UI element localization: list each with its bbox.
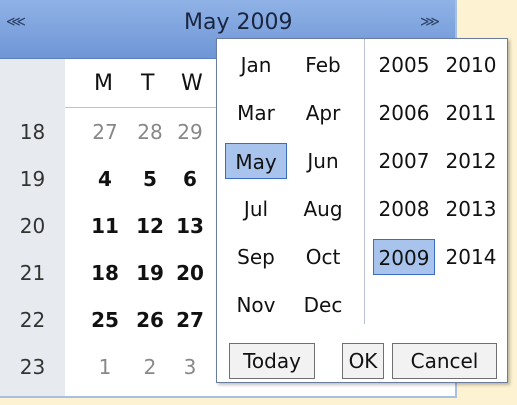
- calendar-day[interactable]: 4: [85, 167, 125, 191]
- month-may[interactable]: May: [225, 143, 287, 179]
- dow-wednesday: W: [181, 71, 203, 96]
- month-year-picker: Jan Feb Mar Apr May Jun Jul Aug Sep Oct Nov Dec 200…: [216, 38, 508, 383]
- dow-monday: M: [94, 71, 113, 96]
- calendar-day[interactable]: 1: [85, 355, 125, 379]
- year-2005[interactable]: 2005: [373, 47, 435, 83]
- year-2007[interactable]: 2007: [373, 143, 435, 179]
- calendar-day[interactable]: 25: [85, 308, 125, 332]
- calendar-day[interactable]: 27: [170, 308, 210, 332]
- month-apr[interactable]: Apr: [292, 95, 354, 131]
- year-2009[interactable]: 2009: [373, 239, 435, 275]
- month-feb[interactable]: Feb: [292, 47, 354, 83]
- year-2013[interactable]: 2013: [440, 191, 502, 227]
- calendar-day[interactable]: 28: [130, 120, 170, 144]
- calendar-day[interactable]: 6: [170, 167, 210, 191]
- month-jan[interactable]: Jan: [225, 47, 287, 83]
- calendar-day[interactable]: 27: [85, 120, 125, 144]
- year-2014[interactable]: 2014: [440, 239, 502, 275]
- month-oct[interactable]: Oct: [292, 239, 354, 275]
- calendar-day[interactable]: 20: [170, 261, 210, 285]
- picker-divider: [364, 39, 365, 324]
- previous-year-icon[interactable]: ⋘: [6, 14, 26, 30]
- calendar-day[interactable]: 18: [85, 261, 125, 285]
- year-2008[interactable]: 2008: [373, 191, 435, 227]
- year-2010[interactable]: 2010: [440, 47, 502, 83]
- calendar-day[interactable]: 12: [130, 214, 170, 238]
- today-button[interactable]: Today: [229, 343, 315, 379]
- month-sep[interactable]: Sep: [225, 239, 287, 275]
- cancel-button[interactable]: Cancel: [392, 343, 497, 379]
- calendar-day[interactable]: 2: [130, 355, 170, 379]
- calendar-day[interactable]: 29: [170, 120, 210, 144]
- next-year-icon[interactable]: ⋙: [420, 14, 440, 30]
- week-number: 19: [19, 167, 46, 191]
- month-jul[interactable]: Jul: [225, 191, 287, 227]
- month-aug[interactable]: Aug: [292, 191, 354, 227]
- year-2012[interactable]: 2012: [440, 143, 502, 179]
- calendar-day[interactable]: 13: [170, 214, 210, 238]
- month-dec[interactable]: Dec: [292, 287, 354, 323]
- week-number: 18: [19, 120, 46, 144]
- year-2011[interactable]: 2011: [440, 95, 502, 131]
- calendar-day[interactable]: 5: [130, 167, 170, 191]
- calendar-day[interactable]: 26: [130, 308, 170, 332]
- week-number: 21: [19, 261, 46, 285]
- week-number: 20: [19, 214, 46, 238]
- month-mar[interactable]: Mar: [225, 95, 287, 131]
- week-number: 22: [19, 308, 46, 332]
- calendar-day[interactable]: 19: [130, 261, 170, 285]
- year-2006[interactable]: 2006: [373, 95, 435, 131]
- month-jun[interactable]: Jun: [292, 143, 354, 179]
- calendar-title[interactable]: May 2009: [184, 10, 292, 35]
- dow-tuesday: T: [141, 71, 155, 96]
- calendar-day[interactable]: 11: [85, 214, 125, 238]
- week-number: 23: [19, 355, 46, 379]
- ok-button[interactable]: OK: [342, 343, 384, 379]
- calendar-day[interactable]: 3: [170, 355, 210, 379]
- month-nov[interactable]: Nov: [225, 287, 287, 323]
